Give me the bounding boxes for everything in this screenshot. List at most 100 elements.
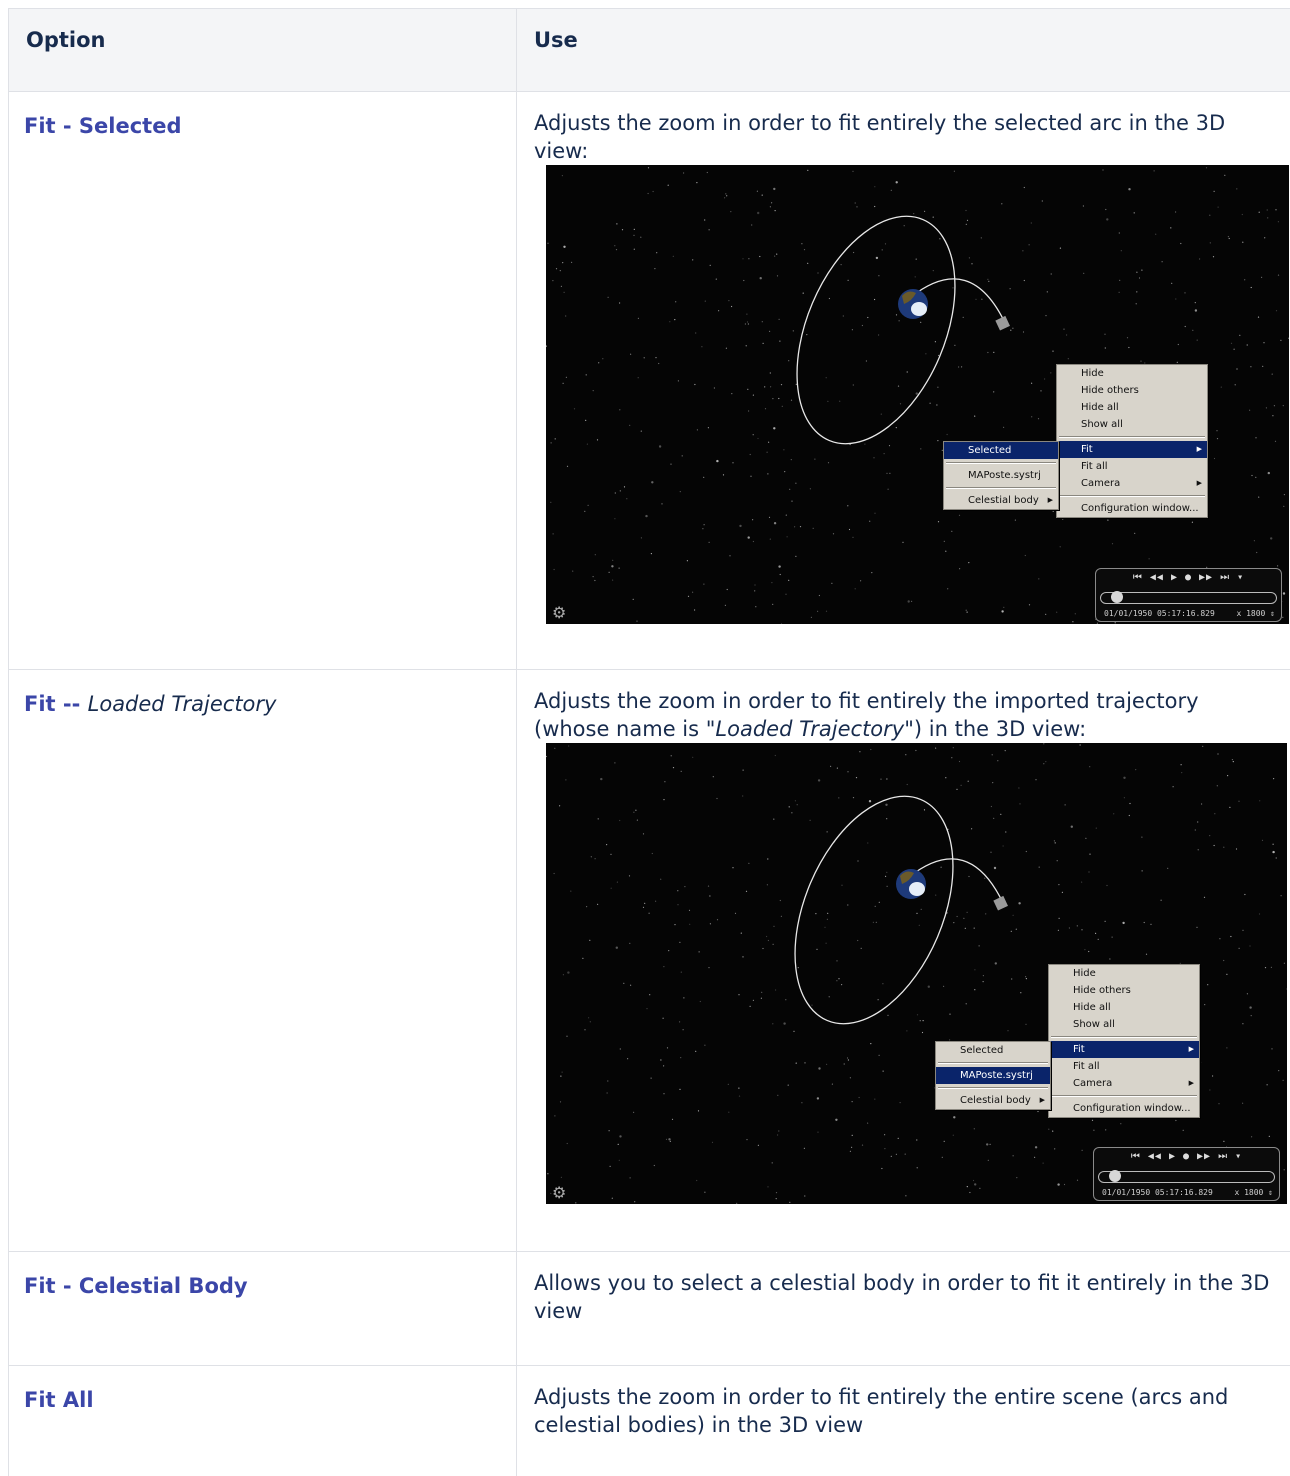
speed-stepper[interactable]: x 1800 ⇕ xyxy=(1236,609,1275,618)
options-table: Option Use Fit - Selected Adjusts the zo… xyxy=(8,8,1290,1476)
table-row: Fit All Adjusts the zoom in order to fit… xyxy=(9,1366,1290,1476)
submenu-item-celestial-body[interactable]: Celestial body ▶ xyxy=(936,1092,1050,1109)
use-text-italic: Loaded Trajectory xyxy=(715,717,904,741)
orbit-ellipse xyxy=(764,773,985,1048)
current-time: 01/01/1950 05:17:16.829 xyxy=(1102,1188,1213,1197)
3d-view-screenshot-selected: Hide Hide others Hide all Show all Fit▶ … xyxy=(546,165,1289,624)
menu-item-camera[interactable]: Camera ▶ xyxy=(1049,1075,1199,1092)
gear-icon[interactable]: ⚙ xyxy=(552,603,566,622)
menu-separator xyxy=(1059,495,1205,497)
playback-buttons-label: ⏮ ◀◀ ▶ ● ▶▶ ⏭ ▾ xyxy=(1131,1151,1242,1162)
menu-item-hide-all[interactable]: Hide all xyxy=(1057,399,1207,416)
menu-separator xyxy=(1059,436,1205,438)
option-cell: Fit - Selected xyxy=(9,92,517,670)
menu-separator xyxy=(946,462,1056,464)
context-menu-fit-submenu: Selected MAPoste.systrj Celestial body ▶ xyxy=(943,441,1059,510)
option-cell: Fit - Celestial Body xyxy=(9,1252,517,1366)
gear-icon[interactable]: ⚙ xyxy=(552,1183,566,1202)
satellite xyxy=(993,896,1008,911)
playback-buttons[interactable]: ⏮ ◀◀ ▶ ● ▶▶ ⏭ ▾ xyxy=(1096,572,1281,583)
menu-item-show-all[interactable]: Show all xyxy=(1049,1016,1199,1033)
column-header-option: Option xyxy=(9,9,517,92)
use-description: Allows you to select a celestial body in… xyxy=(517,1252,1290,1325)
context-menu-fit-submenu: Selected MAPoste.systrj Celestial body ▶ xyxy=(935,1041,1051,1110)
timeline-knob[interactable] xyxy=(1109,1170,1121,1182)
use-text-post: ") in the 3D view: xyxy=(904,717,1086,741)
option-fit-celestial-body: Fit - Celestial Body xyxy=(9,1252,516,1301)
option-prefix: Fit -- xyxy=(24,692,80,716)
playback-controls: ⏮ ◀◀ ▶ ● ▶▶ ⏭ ▾ 01/01/1950 05:17:16.829 … xyxy=(1095,568,1282,622)
playback-controls: ⏮ ◀◀ ▶ ● ▶▶ ⏭ ▾ 01/01/1950 05:17:16.829 … xyxy=(1093,1147,1280,1201)
use-cell: Allows you to select a celestial body in… xyxy=(517,1252,1290,1366)
menu-item-fit-all[interactable]: Fit all xyxy=(1057,458,1207,475)
table-row: Fit - Selected Adjusts the zoom in order… xyxy=(9,92,1290,670)
menu-separator xyxy=(1051,1095,1197,1097)
menu-item-fit-label: Fit xyxy=(1081,444,1093,455)
menu-item-hide-others[interactable]: Hide others xyxy=(1049,982,1199,999)
column-header-use-label: Use xyxy=(517,9,1290,52)
submenu-arrow-icon: ▶ xyxy=(1197,441,1202,458)
submenu-item-celestial-body[interactable]: Celestial body ▶ xyxy=(944,492,1058,509)
menu-item-hide[interactable]: Hide xyxy=(1057,365,1207,382)
menu-separator xyxy=(938,1087,1048,1089)
use-description: Adjusts the zoom in order to fit entirel… xyxy=(517,670,1290,743)
satellite xyxy=(995,316,1010,331)
menu-item-camera-label: Camera xyxy=(1073,1078,1112,1089)
table-row: Fit - Celestial Body Allows you to selec… xyxy=(9,1252,1290,1366)
timeline-knob[interactable] xyxy=(1111,591,1123,603)
submenu-item-selected[interactable]: Selected xyxy=(944,442,1058,459)
context-menu-main: Hide Hide others Hide all Show all Fit▶ … xyxy=(1048,964,1200,1118)
use-description: Adjusts the zoom in order to fit entirel… xyxy=(517,92,1290,165)
use-cell: Adjusts the zoom in order to fit entirel… xyxy=(517,1366,1290,1476)
3d-view-screenshot-loaded-trajectory: Hide Hide others Hide all Show all Fit▶ … xyxy=(546,743,1287,1204)
option-cell: Fit -- Loaded Trajectory xyxy=(9,670,517,1252)
use-cell: Adjusts the zoom in order to fit entirel… xyxy=(517,92,1290,670)
submenu-item-celestial-body-label: Celestial body xyxy=(960,1095,1031,1106)
submenu-arrow-icon: ▶ xyxy=(1189,1075,1194,1092)
use-description: Adjusts the zoom in order to fit entirel… xyxy=(517,1366,1290,1439)
submenu-item-maposte[interactable]: MAPoste.systrj xyxy=(944,467,1058,484)
speed-stepper[interactable]: x 1800 ⇕ xyxy=(1234,1188,1273,1197)
option-fit-all: Fit All xyxy=(9,1366,516,1415)
table-row: Fit -- Loaded Trajectory Adjusts the zoo… xyxy=(9,670,1290,1252)
menu-item-fit[interactable]: Fit ▶ xyxy=(1057,441,1207,458)
context-menu-main: Hide Hide others Hide all Show all Fit▶ … xyxy=(1056,364,1208,518)
menu-separator xyxy=(946,487,1056,489)
playback-buttons[interactable]: ⏮ ◀◀ ▶ ● ▶▶ ⏭ ▾ xyxy=(1094,1151,1279,1162)
menu-item-fit-all[interactable]: Fit all xyxy=(1049,1058,1199,1075)
menu-item-hide[interactable]: Hide xyxy=(1049,965,1199,982)
menu-item-camera-label: Camera xyxy=(1081,478,1120,489)
earth-cloud xyxy=(911,302,927,316)
table-header-row: Option Use xyxy=(9,9,1290,92)
column-header-use: Use xyxy=(517,9,1290,92)
option-italic: Loaded Trajectory xyxy=(88,692,277,716)
menu-separator xyxy=(938,1062,1048,1064)
menu-separator xyxy=(1051,1036,1197,1038)
option-fit-selected: Fit - Selected xyxy=(9,92,516,141)
option-fit-loaded-trajectory: Fit -- Loaded Trajectory xyxy=(9,670,516,719)
current-time: 01/01/1950 05:17:16.829 xyxy=(1104,609,1215,618)
column-header-option-label: Option xyxy=(9,9,516,52)
option-cell: Fit All xyxy=(9,1366,517,1476)
menu-item-fit-label: Fit xyxy=(1073,1044,1085,1055)
menu-item-hide-others[interactable]: Hide others xyxy=(1057,382,1207,399)
submenu-item-selected[interactable]: Selected xyxy=(936,1042,1050,1059)
submenu-arrow-icon: ▶ xyxy=(1040,1092,1045,1109)
menu-item-show-all[interactable]: Show all xyxy=(1057,416,1207,433)
orbit-ellipse xyxy=(766,193,987,468)
timeline-slider[interactable] xyxy=(1098,1171,1275,1183)
submenu-arrow-icon: ▶ xyxy=(1197,475,1202,492)
playback-buttons-label: ⏮ ◀◀ ▶ ● ▶▶ ⏭ ▾ xyxy=(1133,572,1244,583)
menu-item-fit[interactable]: Fit ▶ xyxy=(1049,1041,1199,1058)
submenu-arrow-icon: ▶ xyxy=(1048,492,1053,509)
menu-item-camera[interactable]: Camera ▶ xyxy=(1057,475,1207,492)
submenu-item-celestial-body-label: Celestial body xyxy=(968,495,1039,506)
menu-item-configuration-window[interactable]: Configuration window... xyxy=(1049,1100,1199,1117)
use-cell: Adjusts the zoom in order to fit entirel… xyxy=(517,670,1290,1252)
timeline-slider[interactable] xyxy=(1100,592,1277,604)
submenu-item-maposte[interactable]: MAPoste.systrj xyxy=(936,1067,1050,1084)
menu-item-hide-all[interactable]: Hide all xyxy=(1049,999,1199,1016)
submenu-arrow-icon: ▶ xyxy=(1189,1041,1194,1058)
menu-item-configuration-window[interactable]: Configuration window... xyxy=(1057,500,1207,517)
earth-cloud xyxy=(909,882,925,896)
